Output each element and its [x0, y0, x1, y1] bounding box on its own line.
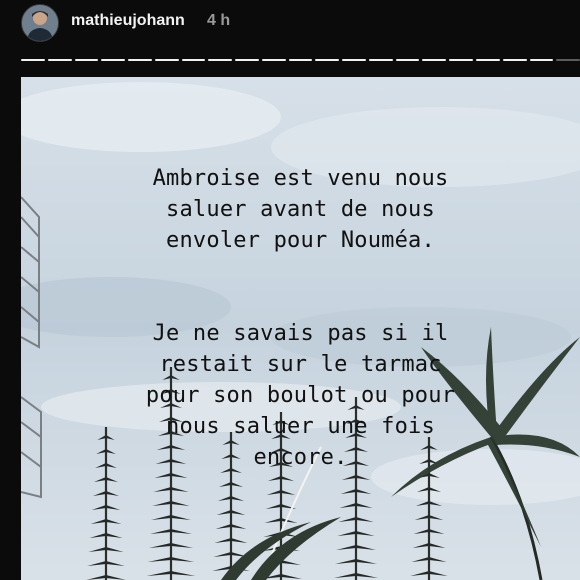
- progress-segment: [235, 59, 259, 61]
- progress-segment: [101, 59, 126, 61]
- progress-segment: [476, 59, 500, 61]
- progress-segment: [556, 59, 580, 61]
- progress-segment: [529, 59, 554, 61]
- story-caption: Ambroise est venu nous saluer avant de n…: [21, 132, 580, 535]
- progress-segment: [288, 59, 313, 61]
- story-media[interactable]: Ambroise est venu nous saluer avant de n…: [21, 77, 580, 580]
- progress-segment: [342, 59, 366, 61]
- progress-segment: [21, 59, 45, 61]
- username[interactable]: mathieujohann: [71, 12, 185, 30]
- progress-segment: [181, 59, 206, 61]
- caption-paragraph-2: Je ne savais pas si il restait sur le ta…: [145, 321, 456, 470]
- progress-segment: [368, 59, 393, 61]
- progress-segment: [449, 59, 474, 61]
- progress-segment: [47, 59, 72, 61]
- progress-segment: [315, 59, 340, 61]
- story-progress-bar: [21, 59, 580, 62]
- avatar[interactable]: [21, 4, 59, 42]
- story-header: mathieujohann 4 h: [0, 0, 580, 50]
- progress-segment: [154, 59, 179, 61]
- progress-segment: [502, 59, 527, 61]
- progress-segment: [422, 59, 447, 61]
- post-time: 4 h: [207, 12, 231, 29]
- progress-segment: [395, 59, 420, 61]
- progress-segment: [208, 59, 233, 61]
- progress-segment: [128, 59, 152, 61]
- profile-photo-icon: [22, 5, 58, 41]
- progress-segment: [74, 59, 99, 61]
- progress-segment: [261, 59, 286, 61]
- caption-paragraph-1: Ambroise est venu nous saluer avant de n…: [152, 166, 449, 253]
